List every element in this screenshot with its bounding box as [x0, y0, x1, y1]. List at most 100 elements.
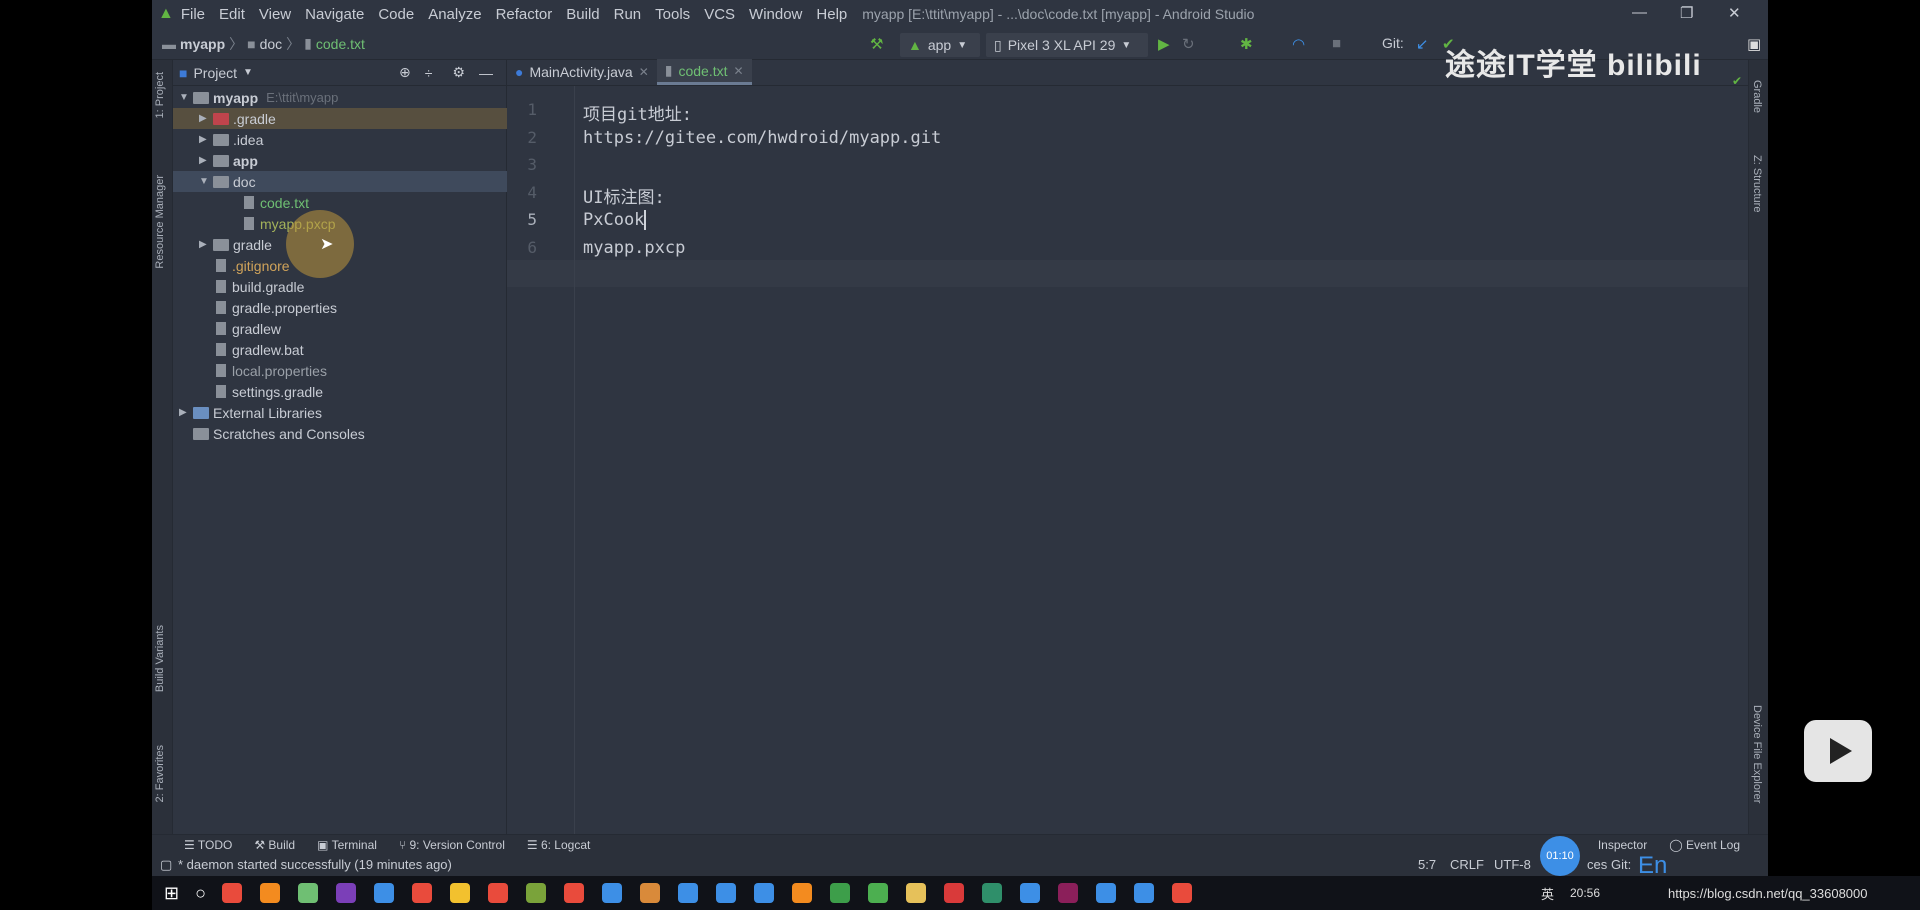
menu-view[interactable]: View: [259, 6, 291, 23]
status-indent[interactable]: ces: [1587, 857, 1607, 872]
expand-arrow-icon[interactable]: ▶: [199, 134, 213, 145]
git-update-icon[interactable]: ↙: [1416, 35, 1429, 53]
code-line[interactable]: 项目git地址:: [583, 100, 692, 125]
tab-project[interactable]: 1: Project: [154, 72, 166, 118]
menu-build[interactable]: Build: [566, 6, 599, 23]
windows-start-icon[interactable]: ⊞: [164, 883, 179, 904]
input-language[interactable]: 英: [1541, 884, 1554, 903]
expand-arrow-icon[interactable]: ▶: [199, 239, 213, 250]
menu-refactor[interactable]: Refactor: [496, 6, 553, 23]
tab-layout-inspector[interactable]: Inspector: [1598, 838, 1647, 852]
taskbar-app-icon[interactable]: [1019, 883, 1040, 903]
taskbar-app-icon[interactable]: [449, 883, 470, 903]
taskbar-app-icon[interactable]: [1133, 883, 1154, 903]
tab-todo[interactable]: ☰ TODO: [184, 838, 232, 852]
expand-arrow-icon[interactable]: ▶: [179, 407, 193, 418]
bilibili-play-icon[interactable]: [1804, 720, 1872, 782]
git-branch[interactable]: Git:: [1611, 857, 1631, 872]
tree-item[interactable]: ▼ doc: [173, 171, 507, 192]
menu-analyze[interactable]: Analyze: [428, 6, 481, 23]
close-tab-icon[interactable]: ✕: [639, 65, 649, 79]
tab-build[interactable]: ⚒ Build: [254, 838, 295, 852]
profile-icon[interactable]: ◠: [1292, 35, 1305, 53]
taskbar-app-icon[interactable]: [221, 883, 242, 903]
breadcrumb-myapp[interactable]: myapp: [180, 36, 225, 52]
expand-arrow-icon[interactable]: ▶: [199, 113, 213, 124]
taskbar-app-icon[interactable]: [1057, 883, 1078, 903]
apply-changes-icon[interactable]: ↻: [1182, 35, 1195, 53]
tree-item[interactable]: gradlew: [173, 318, 507, 339]
hide-panel-icon[interactable]: —: [479, 65, 493, 81]
taskbar-app-icon[interactable]: [905, 883, 926, 903]
locate-icon[interactable]: ⊕: [399, 64, 411, 81]
tree-item[interactable]: gradlew.bat: [173, 339, 507, 360]
code-line[interactable]: myapp.pxcp: [583, 238, 685, 258]
stop-icon[interactable]: ■: [1332, 35, 1341, 52]
taskbar-app-icon[interactable]: [259, 883, 280, 903]
tree-item[interactable]: ▶ .idea: [173, 129, 507, 150]
taskbar-app-icon[interactable]: [981, 883, 1002, 903]
tab-gradle[interactable]: Gradle: [1751, 80, 1763, 113]
line-separator[interactable]: CRLF: [1450, 857, 1484, 872]
close-tab-icon[interactable]: ✕: [734, 64, 744, 78]
tab-version-control[interactable]: ⑂ 9: Version Control: [399, 838, 505, 852]
taskbar-app-icon[interactable]: [943, 883, 964, 903]
menu-code[interactable]: Code: [378, 6, 414, 23]
taskbar-app-icon[interactable]: [563, 883, 584, 903]
tab-resource-manager[interactable]: Resource Manager: [154, 175, 166, 269]
minimize-button[interactable]: —: [1632, 4, 1647, 21]
tab-logcat[interactable]: ☰ 6: Logcat: [527, 838, 590, 852]
status-toggle-icon[interactable]: ▢: [160, 857, 172, 873]
tree-item[interactable]: Scratches and Consoles: [173, 423, 507, 444]
tree-item[interactable]: settings.gradle: [173, 381, 507, 402]
taskbar-app-icon[interactable]: [829, 883, 850, 903]
file-encoding[interactable]: UTF-8: [1494, 857, 1531, 872]
taskbar-app-icon[interactable]: [297, 883, 318, 903]
expand-arrow-icon[interactable]: ▼: [199, 176, 213, 187]
user-icon[interactable]: ▣: [1747, 35, 1761, 53]
tab-build-variants[interactable]: Build Variants: [154, 625, 166, 692]
tree-item[interactable]: ▶ app: [173, 150, 507, 171]
taskbar-app-icon[interactable]: [867, 883, 888, 903]
tab-terminal[interactable]: ▣ Terminal: [317, 838, 377, 852]
taskbar-app-icon[interactable]: [639, 883, 660, 903]
tab-mainactivity-java[interactable]: ● MainActivity.java ✕: [507, 59, 657, 85]
taskbar-app-icon[interactable]: [373, 883, 394, 903]
tree-item[interactable]: ▶ .gradle: [173, 108, 507, 129]
debug-icon[interactable]: ✱: [1240, 35, 1253, 53]
tree-item[interactable]: ▶ External Libraries: [173, 402, 507, 423]
project-view-select[interactable]: Project: [193, 65, 237, 81]
run-config-select[interactable]: ▲ app ▼: [900, 33, 980, 57]
expand-arrow-icon[interactable]: ▼: [179, 92, 193, 103]
taskbar-app-icon[interactable]: [677, 883, 698, 903]
tab-code-txt[interactable]: ▮ code.txt ✕: [656, 59, 752, 85]
tree-item[interactable]: gradle.properties: [173, 297, 507, 318]
tab-favorites[interactable]: 2: Favorites: [154, 745, 166, 802]
menu-window[interactable]: Window: [749, 6, 802, 23]
build-hammer-icon[interactable]: ⚒: [870, 35, 883, 53]
clock[interactable]: 20:56: [1570, 886, 1600, 900]
tab-structure[interactable]: Z: Structure: [1751, 155, 1763, 212]
menu-help[interactable]: Help: [816, 6, 847, 23]
code-line[interactable]: https://gitee.com/hwdroid/myapp.git: [583, 128, 941, 148]
tree-item[interactable]: code.txt: [173, 192, 507, 213]
taskbar-app-icon[interactable]: [411, 883, 432, 903]
restore-button[interactable]: ❐: [1680, 4, 1693, 22]
close-button[interactable]: ✕: [1728, 4, 1741, 22]
taskbar-app-icon[interactable]: [601, 883, 622, 903]
menu-navigate[interactable]: Navigate: [305, 6, 364, 23]
code-line[interactable]: UI标注图:: [583, 183, 665, 208]
search-circle-icon[interactable]: ○: [195, 883, 206, 904]
taskbar-app-icon[interactable]: [753, 883, 774, 903]
tree-item[interactable]: local.properties: [173, 360, 507, 381]
breadcrumb-code-txt[interactable]: code.txt: [316, 36, 365, 52]
taskbar-app-icon[interactable]: [715, 883, 736, 903]
device-select[interactable]: ▯ Pixel 3 XL API 29 ▼: [986, 33, 1148, 57]
taskbar-app-icon[interactable]: [1095, 883, 1116, 903]
menu-edit[interactable]: Edit: [219, 6, 245, 23]
code-line[interactable]: PxCook: [583, 210, 647, 230]
taskbar-app-icon[interactable]: [487, 883, 508, 903]
tab-event-log[interactable]: ◯ Event Log: [1669, 838, 1740, 852]
collapse-all-icon[interactable]: ÷: [425, 65, 433, 81]
taskbar-app-icon[interactable]: [335, 883, 356, 903]
